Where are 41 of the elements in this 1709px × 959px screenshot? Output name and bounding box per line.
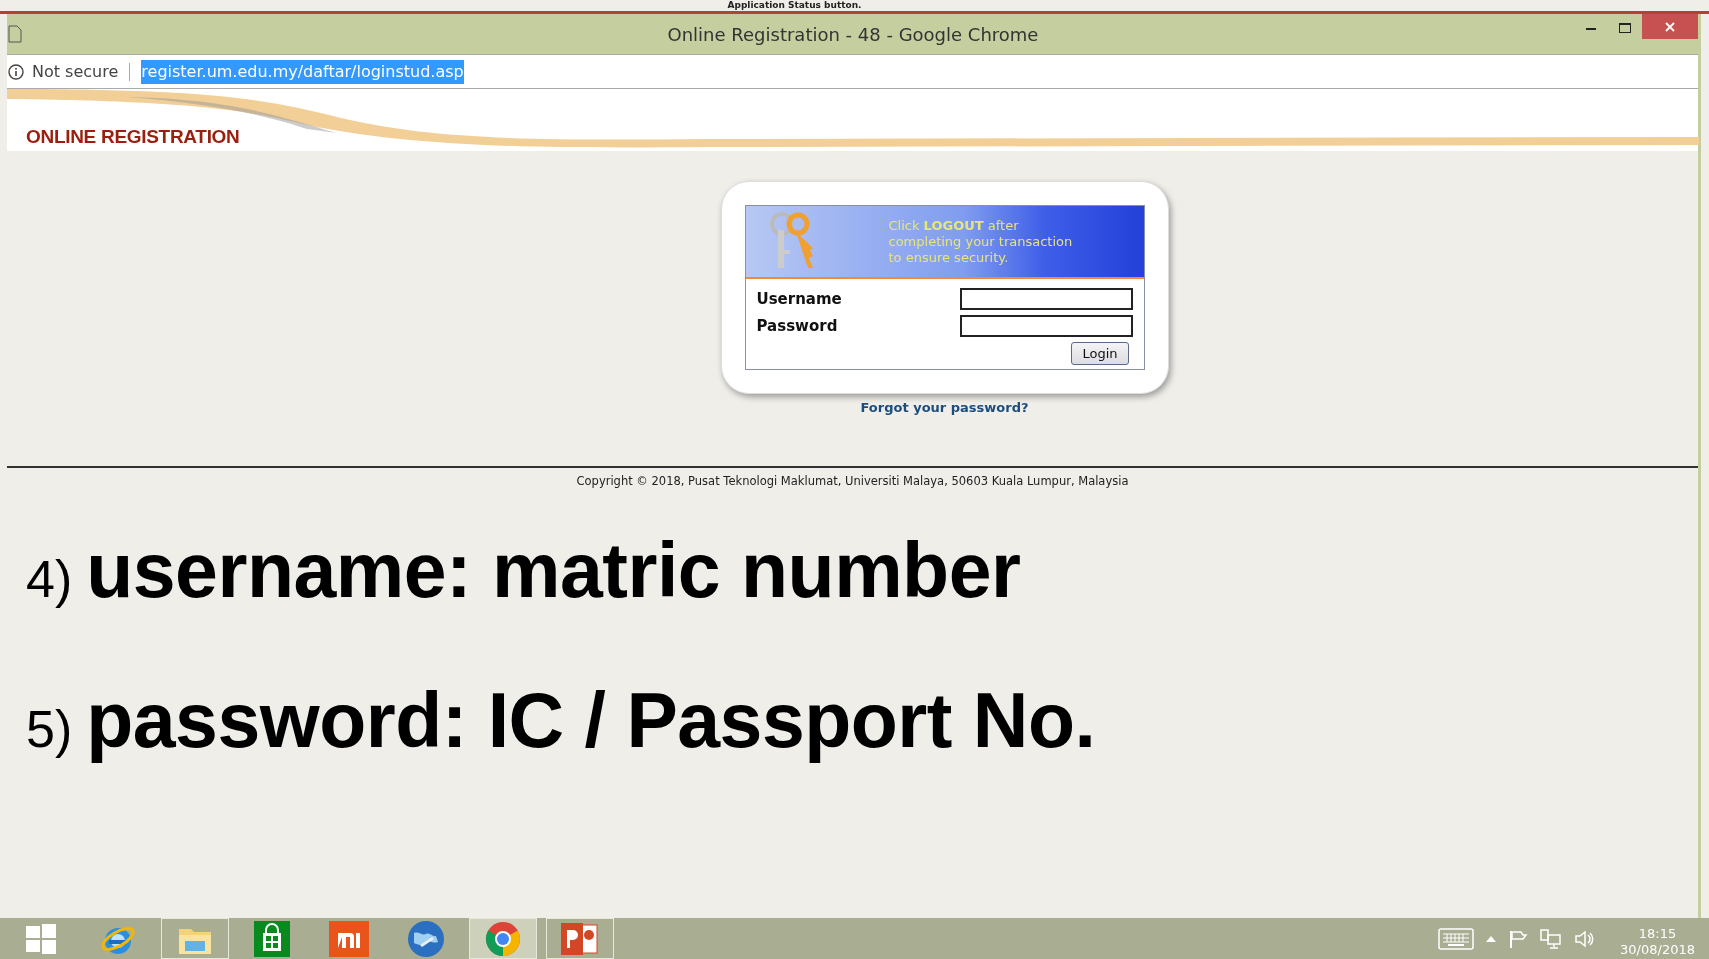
close-icon [1665,21,1675,32]
login-button[interactable]: Login [1071,342,1129,365]
info-icon [8,63,24,80]
taskbar-button[interactable] [546,918,614,959]
flag-icon[interactable] [1508,928,1529,949]
copyright-text: Copyright © 2018, Pusat Teknologi Maklumat, Universiti Malaya, 50603 Kuala Lumpur, Malaysia [576,472,1129,490]
maximize-icon [1619,23,1631,33]
site-title: ONLINE REGISTRATION [26,125,240,149]
field-label: Password [756,315,838,337]
forgot-password-link[interactable]: Forgot your password? [860,398,1029,418]
address-bar[interactable]: Not secure register.um.edu.my/daftar/loginstud.asp [7,54,1698,89]
input-field[interactable] [959,314,1133,337]
input-field[interactable] [959,288,1133,311]
step-number: 5) [26,698,73,760]
caption-text: Application Status button. [727,0,862,11]
speaker-icon[interactable] [1574,928,1595,949]
taskbar-button[interactable] [161,918,229,959]
banner-text: to ensure security. [888,249,1010,266]
step-number: 4) [26,548,73,610]
field-label: Username [756,289,842,310]
banner-text: Click LOGOUT after [888,217,1020,234]
taskbar-button[interactable] [469,918,537,959]
clock-date: 30/08/2018 [1620,941,1695,958]
security-label: Not secure [32,60,119,83]
keyboard-icon[interactable] [1438,927,1475,950]
network-icon[interactable] [1540,928,1563,949]
close-button[interactable] [1642,14,1698,39]
caret-up-icon[interactable] [1486,935,1497,942]
shopping-bag-icon [254,920,290,957]
windows-logo-icon [24,921,58,956]
instruction-text: username: matric number [86,529,1021,610]
page-icon [8,25,22,43]
minimize-icon [1586,26,1596,30]
presentation-icon [561,920,599,957]
window-title: Online Registration - 48 - Google Chrome [667,22,1039,47]
url-text: register.um.edu.my/daftar/loginstud.asp [141,59,464,84]
banner-text: completing your transaction [888,233,1073,250]
chrome-logo-icon [484,919,522,958]
globe-icon [406,919,446,958]
clock-time: 18:15 [1638,925,1677,942]
mi-logo-icon [329,920,369,957]
